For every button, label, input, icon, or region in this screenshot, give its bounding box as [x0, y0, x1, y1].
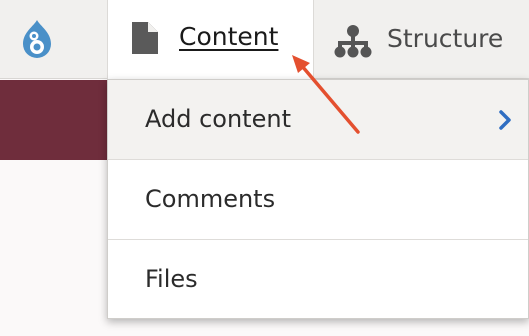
menu-item-comments-label[interactable]: Comments [145, 183, 275, 215]
admin-toolbar: Content Structure [0, 0, 529, 80]
content-dropdown-menu: Add content Comments Files [107, 79, 529, 319]
sitemap-icon [334, 25, 372, 58]
menu-item-files-label[interactable]: Files [145, 263, 198, 295]
tab-structure[interactable]: Structure [314, 0, 529, 79]
menu-item-files[interactable]: Files [108, 240, 528, 320]
page: Content Structure Add content Comments F… [0, 0, 529, 336]
document-icon [132, 22, 158, 54]
drupal-logo-icon[interactable] [15, 18, 59, 62]
tab-content[interactable]: Content [107, 0, 314, 80]
tab-structure-label[interactable]: Structure [387, 22, 503, 56]
menu-item-add-content[interactable]: Add content [108, 80, 528, 160]
menu-item-add-content-label[interactable]: Add content [145, 103, 291, 135]
chevron-right-icon[interactable] [498, 110, 512, 130]
tab-content-label[interactable]: Content [179, 20, 278, 54]
menu-item-comments[interactable]: Comments [108, 160, 528, 240]
